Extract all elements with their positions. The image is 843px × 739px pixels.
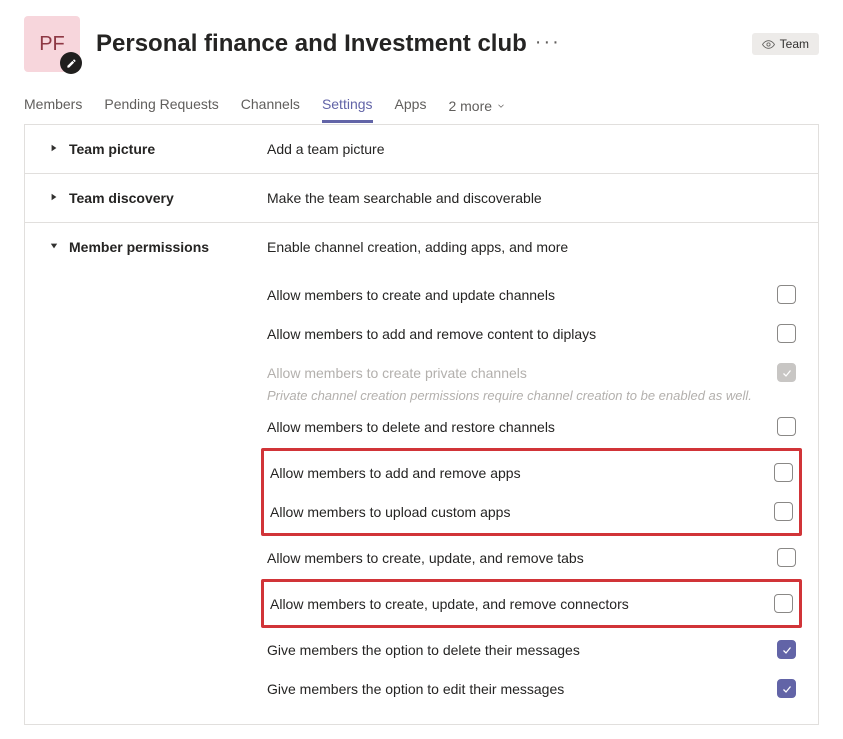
tab-apps[interactable]: Apps	[395, 88, 427, 123]
checkmark-icon	[781, 367, 793, 379]
highlight-apps-group: Allow members to add and remove apps All…	[261, 448, 802, 536]
perm-row-connectors: Allow members to create, update, and rem…	[270, 584, 793, 623]
checkmark-icon	[781, 644, 793, 656]
perm-label: Allow members to add and remove apps	[270, 465, 762, 481]
perm-row-private-channels: Allow members to create private channels	[267, 353, 796, 392]
pencil-icon	[66, 58, 77, 69]
section-title-permissions: Member permissions	[69, 239, 259, 708]
perm-row-tabs: Allow members to create, update, and rem…	[267, 538, 796, 577]
perm-checkbox-upload-apps[interactable]	[774, 502, 793, 521]
perm-checkbox-connectors[interactable]	[774, 594, 793, 613]
settings-panel: Team picture Add a team picture Team dis…	[24, 124, 819, 725]
caret-down-icon	[50, 242, 58, 250]
perm-label: Allow members to create private channels	[267, 365, 765, 381]
perm-row-delete-channels: Allow members to delete and restore chan…	[267, 407, 796, 446]
perm-row-add-apps: Allow members to add and remove apps	[270, 453, 793, 492]
section-body-permissions: Enable channel creation, adding apps, an…	[267, 239, 796, 708]
section-toggle-permissions[interactable]	[47, 239, 61, 708]
perm-label: Allow members to create and update chann…	[267, 287, 765, 303]
perm-checkbox-edit-messages[interactable]	[777, 679, 796, 698]
perm-row-upload-apps: Allow members to upload custom apps	[270, 492, 793, 531]
tab-pending-requests[interactable]: Pending Requests	[104, 88, 218, 123]
tab-members[interactable]: Members	[24, 88, 82, 123]
perm-checkbox-private-channels	[777, 363, 796, 382]
section-title-picture: Team picture	[69, 141, 259, 157]
chevron-down-icon	[496, 101, 506, 111]
perm-private-hint: Private channel creation permissions req…	[267, 388, 796, 403]
perm-label: Allow members to delete and restore chan…	[267, 419, 765, 435]
team-avatar-wrap[interactable]: PF	[24, 16, 80, 72]
section-desc-picture: Add a team picture	[267, 141, 796, 157]
tab-bar: Members Pending Requests Channels Settin…	[0, 80, 843, 124]
highlight-connectors-group: Allow members to create, update, and rem…	[261, 579, 802, 628]
perm-label: Give members the option to delete their …	[267, 642, 765, 658]
perm-checkbox-create-channels[interactable]	[777, 285, 796, 304]
perm-label: Allow members to create, update, and rem…	[270, 596, 762, 612]
section-team-picture: Team picture Add a team picture	[25, 124, 818, 173]
eye-icon	[762, 38, 775, 51]
avatar-initials: PF	[39, 33, 65, 56]
caret-right-icon	[50, 144, 58, 152]
perm-checkbox-delete-channels[interactable]	[777, 417, 796, 436]
perm-checkbox-add-apps[interactable]	[774, 463, 793, 482]
perm-row-content-displays: Allow members to add and remove content …	[267, 314, 796, 353]
section-title-discovery: Team discovery	[69, 190, 259, 206]
perm-label: Give members the option to edit their me…	[267, 681, 765, 697]
tab-more-button[interactable]: 2 more	[448, 98, 506, 114]
title-more-button[interactable]: ···	[535, 31, 561, 58]
perm-label: Allow members to upload custom apps	[270, 504, 762, 520]
perm-checkbox-content-displays[interactable]	[777, 324, 796, 343]
perm-checkbox-delete-messages[interactable]	[777, 640, 796, 659]
page-title: Personal finance and Investment club	[96, 30, 527, 58]
section-team-discovery: Team discovery Make the team searchable …	[25, 173, 818, 222]
tab-settings[interactable]: Settings	[322, 88, 373, 123]
section-toggle-discovery[interactable]	[47, 190, 61, 206]
caret-right-icon	[50, 193, 58, 201]
tab-channels[interactable]: Channels	[241, 88, 300, 123]
perm-row-create-channels: Allow members to create and update chann…	[267, 275, 796, 314]
perm-label: Allow members to create, update, and rem…	[267, 550, 765, 566]
perm-row-delete-messages: Give members the option to delete their …	[267, 630, 796, 669]
permissions-list: Allow members to create and update chann…	[267, 275, 796, 708]
section-member-permissions: Member permissions Enable channel creati…	[25, 222, 818, 724]
perm-label: Allow members to add and remove content …	[267, 326, 765, 342]
section-desc-permissions: Enable channel creation, adding apps, an…	[267, 239, 796, 255]
visibility-badge-label: Team	[780, 37, 809, 51]
page-header: PF Personal finance and Investment club …	[0, 0, 843, 80]
checkmark-icon	[781, 683, 793, 695]
perm-row-edit-messages: Give members the option to edit their me…	[267, 669, 796, 708]
title-wrap: Personal finance and Investment club ···	[96, 30, 736, 58]
tab-more-label: 2 more	[448, 98, 492, 114]
edit-avatar-button[interactable]	[60, 52, 82, 74]
visibility-badge[interactable]: Team	[752, 33, 819, 55]
section-toggle-picture[interactable]	[47, 141, 61, 157]
section-desc-discovery: Make the team searchable and discoverabl…	[267, 190, 796, 206]
perm-checkbox-tabs[interactable]	[777, 548, 796, 567]
